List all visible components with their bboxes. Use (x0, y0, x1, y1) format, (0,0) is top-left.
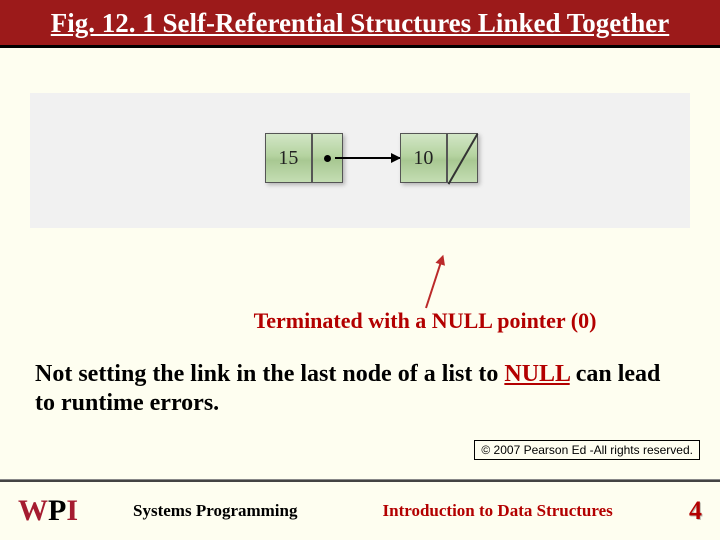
node-2-pointer-null (447, 133, 478, 183)
link-arrow-icon (335, 157, 400, 159)
wpi-logo: W P I (18, 494, 78, 528)
footer-left-text: Systems Programming (133, 501, 297, 521)
annotation-arrow-icon (425, 256, 444, 308)
body-pre: Not setting the link in the last node of… (35, 361, 504, 387)
null-slash-icon (447, 133, 478, 184)
title-bar: Fig. 12. 1 Self-Referential Structures L… (0, 0, 720, 48)
logo-p: P (48, 494, 66, 528)
annotation-text: Terminated with a NULL pointer (0) (0, 308, 720, 334)
footer-right-text: Introduction to Data Structures (383, 501, 613, 521)
page-number: 4 (689, 496, 702, 526)
logo-i: I (66, 494, 78, 528)
logo-w: W (18, 494, 48, 528)
node-1-data: 15 (265, 133, 312, 183)
node-2: 10 (400, 133, 478, 183)
node-2-data: 10 (400, 133, 447, 183)
slide-title: Fig. 12. 1 Self-Referential Structures L… (10, 8, 710, 39)
footer: W P I Systems Programming Introduction t… (0, 480, 720, 540)
copyright-box: © 2007 Pearson Ed -All rights reserved. (474, 440, 700, 460)
diagram-area: 15 10 (30, 93, 690, 228)
body-text: Not setting the link in the last node of… (35, 360, 685, 418)
footer-center: Systems Programming Introduction to Data… (78, 501, 689, 521)
pointer-dot-icon (324, 155, 331, 162)
node-1: 15 (265, 133, 343, 183)
body-null: NULL (504, 361, 569, 387)
